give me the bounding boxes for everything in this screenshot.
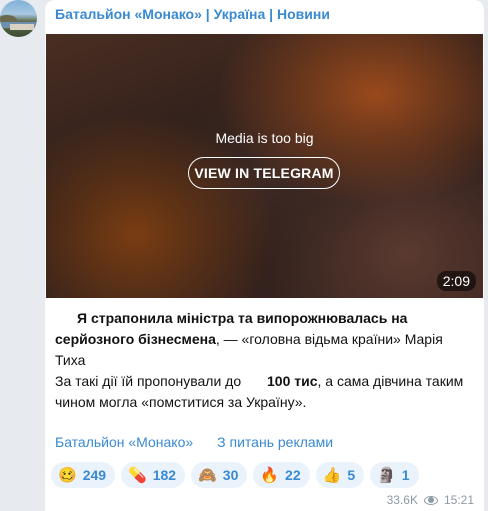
eye-icon — [423, 495, 438, 505]
message-bubble: Батальйон «Монако» | Україна | Новини Me… — [45, 0, 484, 511]
fire-icon: 🔥 — [260, 466, 280, 484]
reaction-moai[interactable]: 🗿 1 — [370, 462, 419, 488]
woozy-face-icon: 🥴 — [58, 466, 77, 484]
media-too-big-notice: Media is too big — [215, 130, 314, 146]
reaction-count: 249 — [82, 467, 107, 483]
reaction-count: 182 — [152, 467, 177, 483]
reaction-count: 30 — [222, 467, 239, 483]
channel-title[interactable]: Батальйон «Монако» | Україна | Новини — [55, 6, 330, 22]
post-paragraph-2: За такі дії їй пропонували до 100 тис, а… — [55, 371, 475, 413]
reaction-pill[interactable]: 💊 182 — [121, 462, 186, 488]
post-text-start: За такі дії їй пропонували до — [55, 373, 242, 389]
post-paragraph-1: Я страпонила міністра та випорожнювалась… — [55, 308, 475, 371]
thumbs-up-icon: 👍 — [322, 466, 342, 484]
reaction-count: 22 — [285, 467, 301, 483]
reaction-count: 1 — [401, 467, 410, 483]
video-duration: 2:09 — [436, 271, 476, 291]
pill-icon: 💊 — [128, 466, 147, 484]
reaction-see-no-evil[interactable]: 🙈 30 — [191, 462, 248, 488]
reactions-bar: 🥴 249 💊 182 🙈 30 🔥 22 👍 5 🗿 1 — [51, 462, 419, 488]
video-preview[interactable]: Media is too big VIEW IN TELEGRAM 2:09 — [46, 34, 483, 298]
reaction-thumbs-up[interactable]: 👍 5 — [315, 462, 365, 488]
channel-link[interactable]: Батальйон «Монако» — [55, 434, 193, 450]
post-bold-amount: 100 тис — [267, 373, 318, 389]
message-meta: 33.6K 15:21 — [387, 493, 474, 507]
reaction-fire[interactable]: 🔥 22 — [253, 462, 310, 488]
ads-link[interactable]: З питань реклами — [217, 434, 333, 450]
see-no-evil-monkey-icon: 🙈 — [198, 466, 217, 484]
reaction-woozy[interactable]: 🥴 249 — [51, 462, 116, 488]
view-count: 33.6K — [386, 493, 418, 507]
channel-avatar[interactable] — [0, 0, 37, 37]
view-in-telegram-button[interactable]: VIEW IN TELEGRAM — [188, 157, 340, 189]
moai-icon: 🗿 — [377, 466, 396, 484]
footer-links: Батальйон «Монако» З питань реклами — [55, 434, 333, 450]
message-time: 15:21 — [443, 493, 474, 507]
reaction-count: 5 — [347, 467, 356, 483]
avatar-town — [10, 24, 34, 30]
